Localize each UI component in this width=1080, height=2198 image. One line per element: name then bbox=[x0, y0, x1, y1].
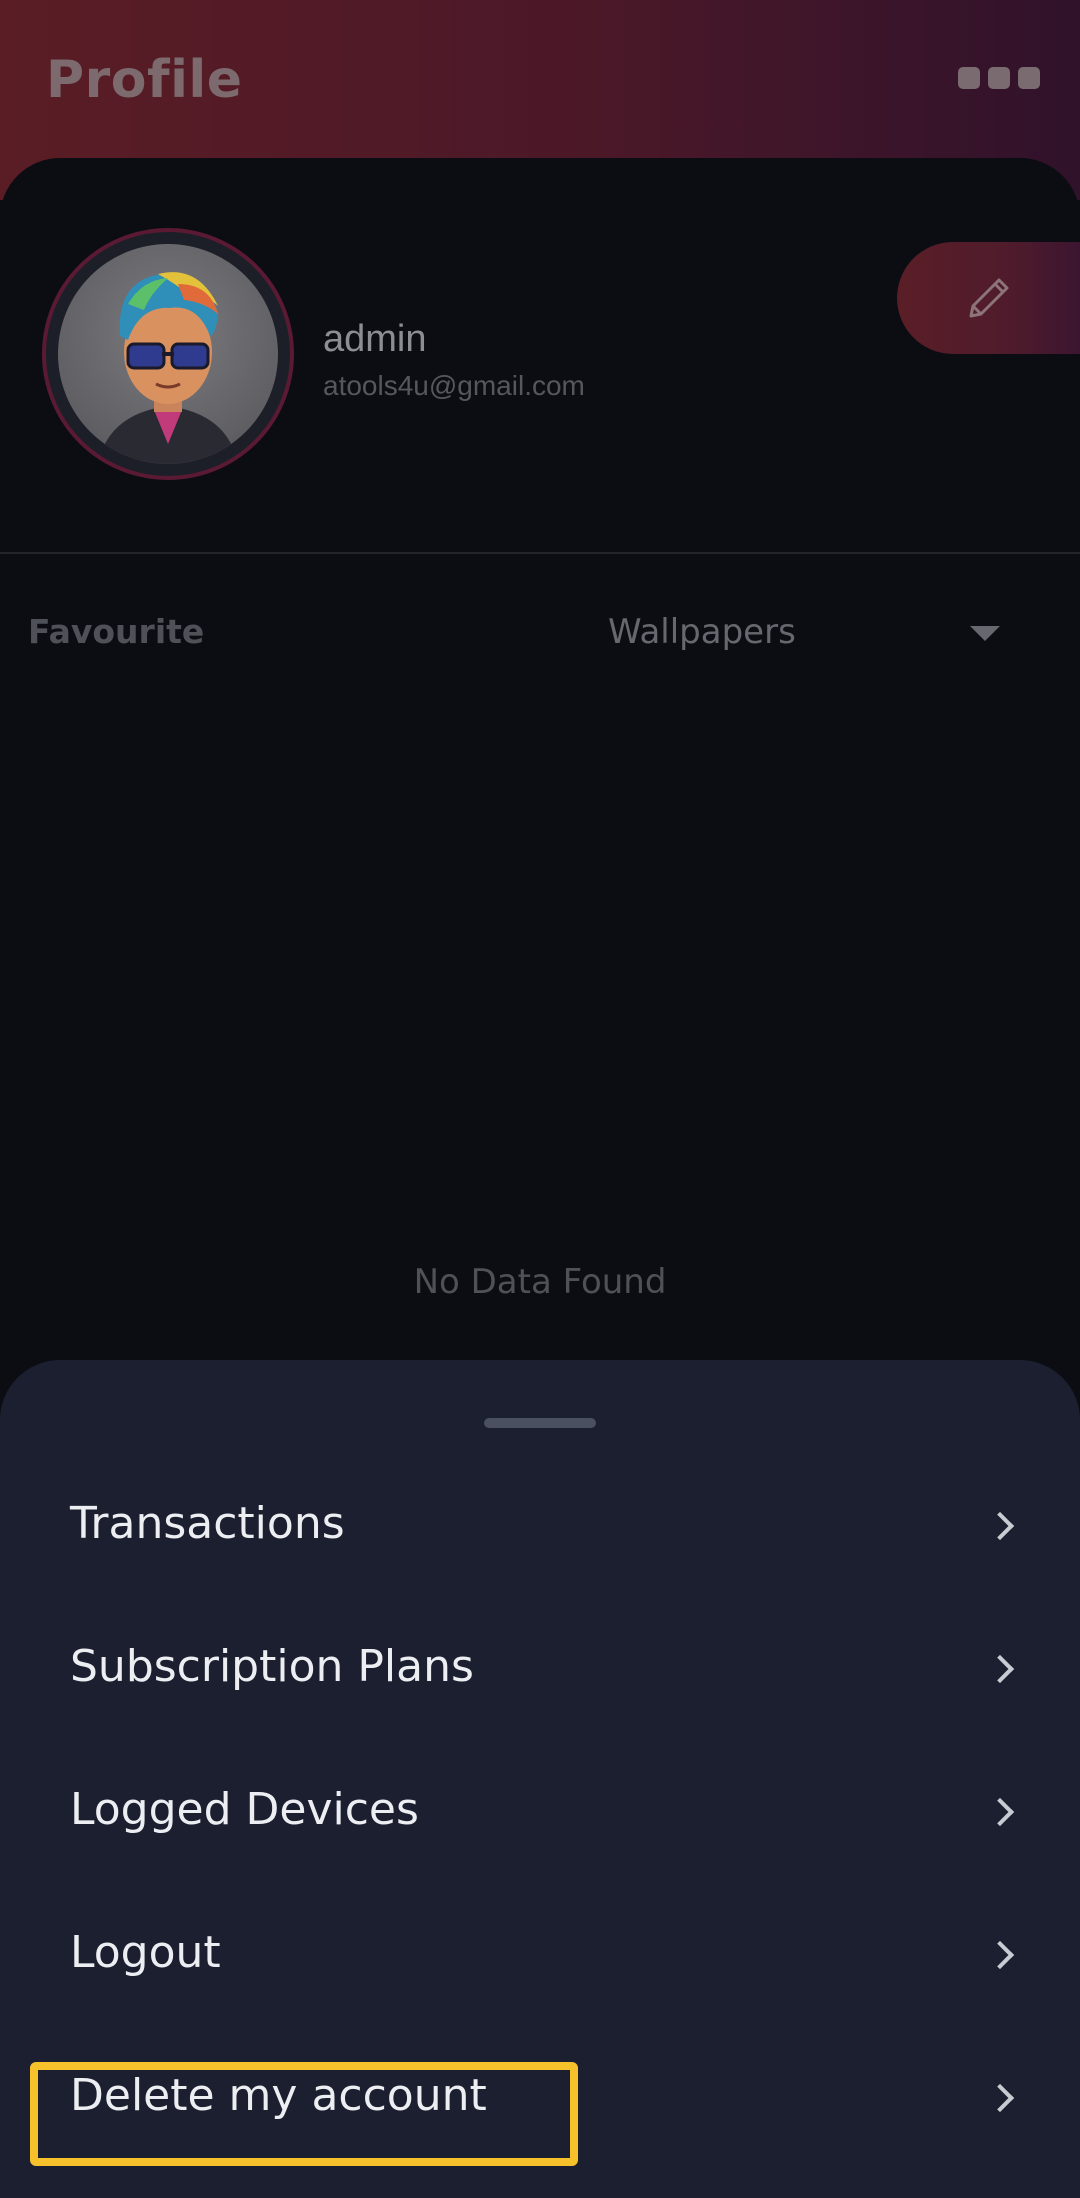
menu-item-label: Logged Devices bbox=[70, 1784, 419, 1835]
profile-name: admin bbox=[323, 318, 427, 360]
highlight-box bbox=[30, 2062, 578, 2166]
dot bbox=[988, 67, 1010, 89]
dot bbox=[1018, 67, 1040, 89]
menu-item-subscription-plans[interactable]: Subscription Plans bbox=[0, 1617, 1080, 1727]
sheet-drag-handle[interactable] bbox=[484, 1418, 596, 1428]
avatar-illustration-icon bbox=[98, 272, 238, 464]
menu-item-logged-devices[interactable]: Logged Devices bbox=[0, 1760, 1080, 1870]
menu-item-label: Transactions bbox=[70, 1498, 345, 1549]
empty-state-text: No Data Found bbox=[413, 1262, 667, 1302]
menu-item-label: Subscription Plans bbox=[70, 1641, 474, 1692]
chevron-right-icon bbox=[985, 1797, 1015, 1827]
favourite-label: Favourite bbox=[28, 612, 205, 651]
chevron-right-icon bbox=[985, 2083, 1015, 2113]
pencil-icon bbox=[969, 278, 1009, 318]
menu-item-logout[interactable]: Logout bbox=[0, 1903, 1080, 2013]
avatar-image bbox=[58, 244, 278, 464]
dot bbox=[958, 67, 980, 89]
section-divider bbox=[0, 552, 1080, 554]
more-options-icon[interactable] bbox=[958, 66, 1040, 90]
edit-profile-button[interactable] bbox=[897, 242, 1080, 354]
dropdown-value: Wallpapers bbox=[608, 612, 796, 652]
avatar[interactable] bbox=[42, 228, 294, 480]
page-title: Profile bbox=[46, 50, 243, 110]
menu-item-label: Logout bbox=[70, 1927, 221, 1978]
chevron-right-icon bbox=[985, 1511, 1015, 1541]
profile-email: atools4u@gmail.com bbox=[323, 370, 585, 401]
menu-item-transactions[interactable]: Transactions bbox=[0, 1474, 1080, 1584]
favourite-type-dropdown[interactable]: Wallpapers bbox=[608, 606, 1028, 662]
caret-down-icon bbox=[970, 626, 1000, 641]
chevron-right-icon bbox=[985, 1654, 1015, 1684]
chevron-right-icon bbox=[985, 1940, 1015, 1970]
